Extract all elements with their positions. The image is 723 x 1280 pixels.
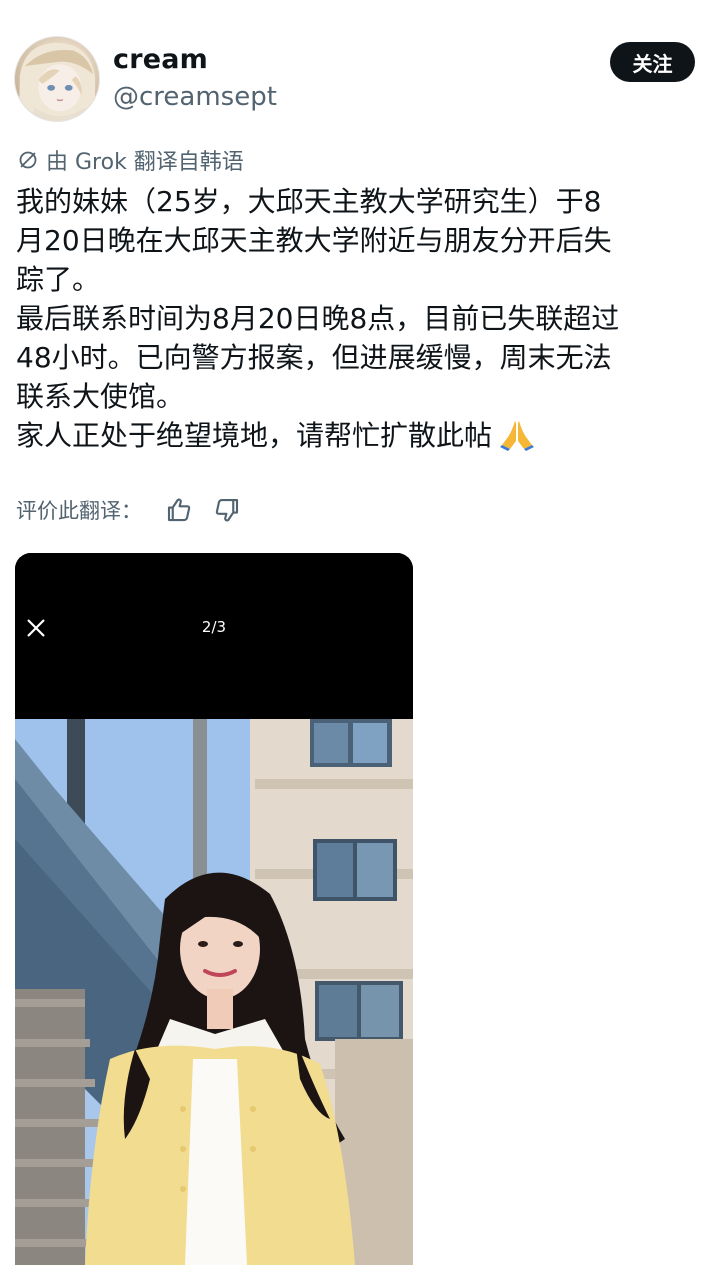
translation-label: 由 Grok 翻译自韩语 bbox=[46, 150, 244, 175]
post-line: 家人正处于绝望境地，请帮忙扩散此帖 bbox=[16, 419, 493, 452]
post-last-line: 家人正处于绝望境地，请帮忙扩散此帖 bbox=[16, 416, 706, 455]
post-line: 48小时。已向警方报案，但进展缓慢，周末无法 bbox=[16, 341, 612, 374]
translation-notice[interactable]: 由 Grok 翻译自韩语 bbox=[16, 144, 244, 176]
post-line: 最后联系时间为8月20日晚8点，目前已失联超过 bbox=[16, 302, 620, 335]
post-text: 我的妹妹（25岁，大邱天主教大学研究生）于8 月20日晚在大邱天主教大学附近与朋… bbox=[16, 182, 706, 455]
post-line: 踪了。 bbox=[16, 263, 101, 296]
avatar-illustration bbox=[18, 42, 96, 121]
avatar[interactable] bbox=[14, 36, 100, 122]
display-name[interactable]: cream bbox=[113, 44, 208, 75]
follow-button[interactable]: 关注 bbox=[610, 42, 695, 82]
media-viewer[interactable]: 2/3 bbox=[15, 553, 413, 1265]
post-line: 月20日晚在大邱天主教大学附近与朋友分开后失 bbox=[16, 224, 612, 257]
photo[interactable] bbox=[15, 719, 413, 1265]
user-handle[interactable]: @creamsept bbox=[113, 82, 277, 112]
media-toolbar bbox=[15, 553, 413, 719]
translate-icon bbox=[19, 151, 37, 169]
rate-translation-label: 评价此翻译： bbox=[16, 499, 142, 523]
post-line: 联系大使馆。 bbox=[16, 380, 185, 413]
post-detail-page: cream @creamsept 关注 由 Grok 翻译自韩语 我的妹妹（25… bbox=[0, 0, 723, 1280]
rate-translation: 评价此翻译： bbox=[16, 495, 242, 525]
thumbs-up-icon[interactable] bbox=[164, 495, 194, 525]
media-counter: 2/3 bbox=[201, 618, 227, 636]
post-line: 我的妹妹（25岁，大邱天主教大学研究生）于8 bbox=[16, 185, 602, 218]
pray-icon bbox=[500, 421, 535, 451]
thumbs-down-icon[interactable] bbox=[212, 495, 242, 525]
